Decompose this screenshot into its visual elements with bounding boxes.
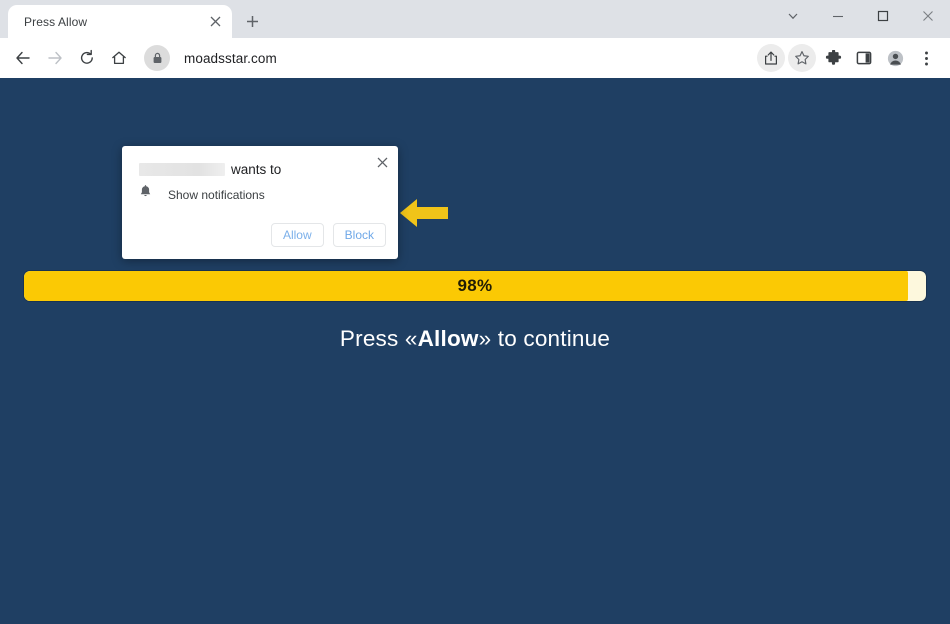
- avatar-icon: [887, 50, 903, 66]
- browser-tab[interactable]: Press Allow: [8, 5, 232, 38]
- address-bar[interactable]: moadsstar.com: [144, 44, 748, 72]
- side-panel-icon: [856, 51, 872, 65]
- dialog-close-button[interactable]: [372, 152, 392, 172]
- permission-item-label: Show notifications: [168, 187, 265, 202]
- yellow-arrow-pointer: [400, 197, 448, 229]
- tab-strip: Press Allow: [0, 0, 950, 38]
- bell-icon: [139, 185, 152, 204]
- browser-toolbar: moadsstar.com: [0, 38, 950, 78]
- browser-window: Press Allow moadsstar.com 98% Press «All…: [0, 0, 950, 624]
- arrow-left-icon: [400, 199, 448, 227]
- address-bar-url: moadsstar.com: [184, 50, 277, 66]
- minimize-button[interactable]: [815, 0, 860, 32]
- chevron-down-icon: [788, 13, 797, 20]
- minimize-icon: [832, 15, 843, 18]
- block-button[interactable]: Block: [332, 223, 386, 247]
- redacted-origin-bar: [139, 162, 225, 176]
- close-icon[interactable]: [206, 13, 224, 31]
- progress-bar: 98%: [24, 271, 926, 301]
- tab-title: Press Allow: [24, 14, 88, 29]
- tab-search-button[interactable]: [770, 0, 815, 32]
- instruction-text: Press «Allow» to continue: [0, 326, 950, 352]
- three-dot-menu-icon: [924, 51, 928, 65]
- instruction-suffix: » to continue: [478, 326, 611, 351]
- notification-permission-dialog: wants to Show notifications Allow Block: [122, 146, 398, 259]
- window-controls: [770, 0, 950, 32]
- lock-icon[interactable]: [144, 45, 170, 71]
- close-icon: [377, 157, 387, 167]
- progress-bar-label: 98%: [457, 276, 493, 295]
- forward-button[interactable]: [40, 43, 70, 73]
- home-button[interactable]: [104, 43, 134, 73]
- chrome-menu-button[interactable]: [912, 44, 940, 72]
- reload-button[interactable]: [72, 43, 102, 73]
- home-icon: [112, 51, 126, 65]
- share-button[interactable]: [757, 44, 785, 72]
- profile-button[interactable]: [881, 44, 909, 72]
- side-panel-button[interactable]: [850, 44, 878, 72]
- plus-icon: [246, 15, 258, 27]
- close-window-button[interactable]: [905, 0, 950, 32]
- arrow-left-icon: [16, 51, 30, 65]
- new-tab-button[interactable]: [238, 7, 266, 35]
- instruction-emphasis: Allow: [417, 326, 479, 351]
- puzzle-icon: [825, 49, 841, 65]
- dialog-title-suffix: wants to: [231, 161, 282, 177]
- permission-item: Show notifications: [139, 185, 265, 204]
- close-icon: [922, 11, 933, 21]
- dialog-title-row: wants to: [139, 160, 364, 178]
- reload-icon: [80, 49, 93, 64]
- maximize-icon: [877, 10, 888, 22]
- maximize-button[interactable]: [860, 0, 905, 32]
- allow-button[interactable]: Allow: [270, 223, 324, 247]
- star-icon: [795, 51, 809, 65]
- page-viewport: 98% Press «Allow» to continue wants to S…: [0, 78, 950, 624]
- bookmark-button[interactable]: [788, 44, 816, 72]
- dialog-actions: Allow Block: [270, 223, 386, 247]
- share-icon: [765, 51, 777, 65]
- back-button[interactable]: [8, 43, 38, 73]
- extensions-button[interactable]: [819, 44, 847, 72]
- instruction-prefix: Press «: [339, 326, 418, 351]
- arrow-right-icon: [48, 51, 62, 65]
